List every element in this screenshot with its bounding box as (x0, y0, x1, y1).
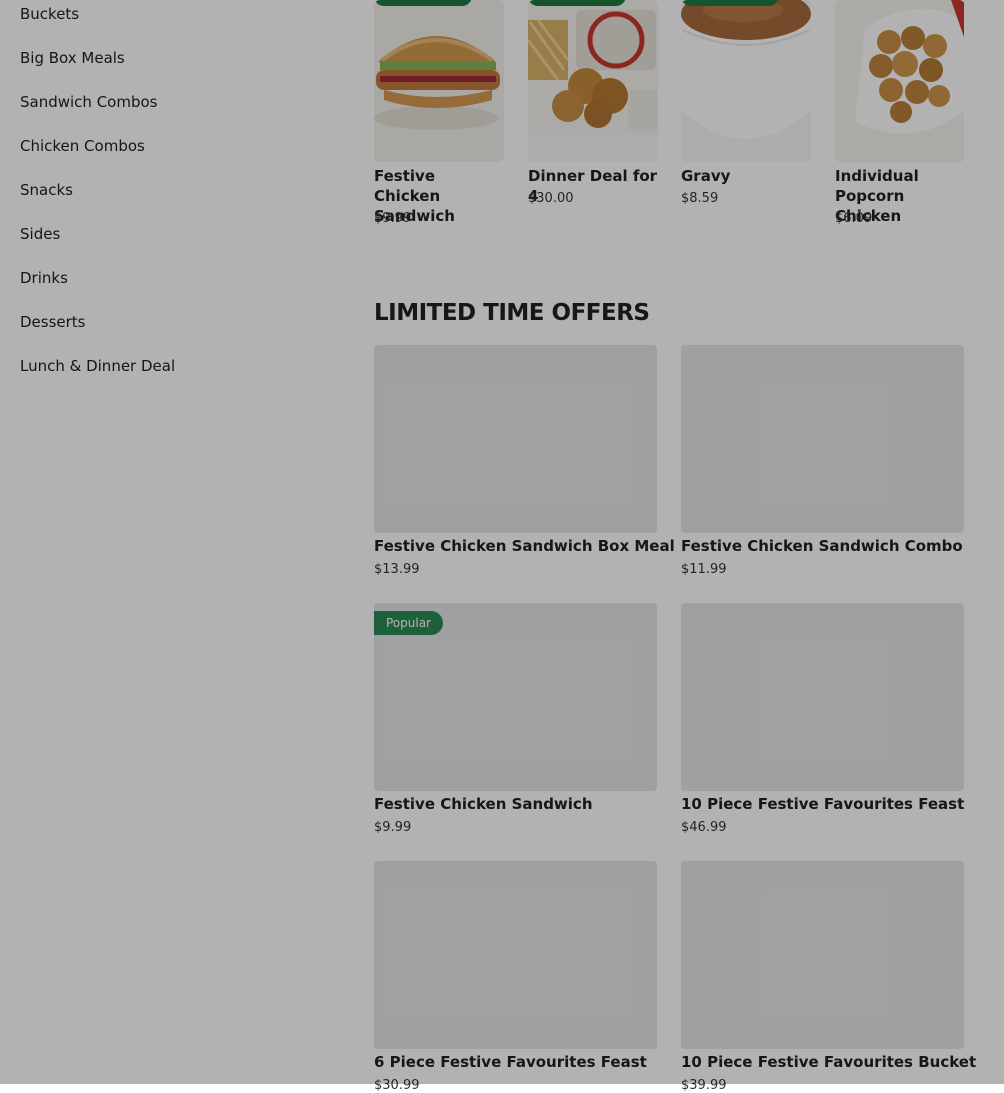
offer-price: $39.99 (681, 1078, 727, 1093)
sidebar-item-snacks[interactable]: Snacks (20, 180, 73, 200)
offer-image-placeholder (681, 861, 964, 1049)
offer-image-placeholder (374, 861, 657, 1049)
featured-badge (374, 0, 472, 6)
offer-title: 10 Piece Festive Favourites Feast (681, 795, 965, 813)
sidebar-item-buckets[interactable]: Buckets (20, 4, 79, 24)
featured-item-price: $8.59 (681, 191, 719, 206)
offer-price: $9.99 (374, 820, 412, 835)
offer-price: $30.99 (374, 1078, 420, 1093)
offer-image-placeholder (681, 345, 964, 533)
featured-carousel: Festive Chicken Sandwich $9.99 Dinner De… (374, 0, 964, 240)
sidebar-item-big-box-meals[interactable]: Big Box Meals (20, 48, 125, 68)
offer-image-placeholder (681, 603, 964, 791)
offer-title: Festive Chicken Sandwich (374, 795, 593, 813)
sidebar-item-drinks[interactable]: Drinks (20, 268, 68, 288)
offer-price: $11.99 (681, 562, 727, 577)
dinner-deal-image (528, 0, 658, 162)
sidebar-item-lunch-dinner-deal[interactable]: Lunch & Dinner Deal (20, 356, 175, 376)
chicken-sandwich-image (374, 0, 504, 162)
featured-item-price: $6.09 (835, 211, 873, 226)
popular-badge: Popular (374, 611, 443, 635)
featured-item-title: Gravy (681, 167, 731, 185)
offer-image-placeholder (374, 345, 657, 533)
featured-item-price: $9.99 (374, 211, 412, 226)
sidebar-item-desserts[interactable]: Desserts (20, 312, 86, 332)
sidebar-item-sides[interactable]: Sides (20, 224, 60, 244)
offer-title: 10 Piece Festive Favourites Bucket (681, 1053, 977, 1071)
featured-item-price: $30.00 (528, 191, 574, 206)
offer-price: $13.99 (374, 562, 420, 577)
offer-price: $46.99 (681, 820, 727, 835)
sidebar-item-sandwich-combos[interactable]: Sandwich Combos (20, 92, 157, 112)
popcorn-chicken-image (835, 0, 964, 162)
section-title: LIMITED TIME OFFERS (374, 300, 650, 326)
featured-badge (528, 0, 626, 6)
gravy-bowl-image (681, 0, 811, 162)
offer-title: Festive Chicken Sandwich Box Meal (374, 537, 675, 555)
offer-title: Festive Chicken Sandwich Combo (681, 537, 963, 555)
offer-title: 6 Piece Festive Favourites Feast (374, 1053, 647, 1071)
featured-badge (681, 0, 779, 6)
sidebar-item-chicken-combos[interactable]: Chicken Combos (20, 136, 145, 156)
